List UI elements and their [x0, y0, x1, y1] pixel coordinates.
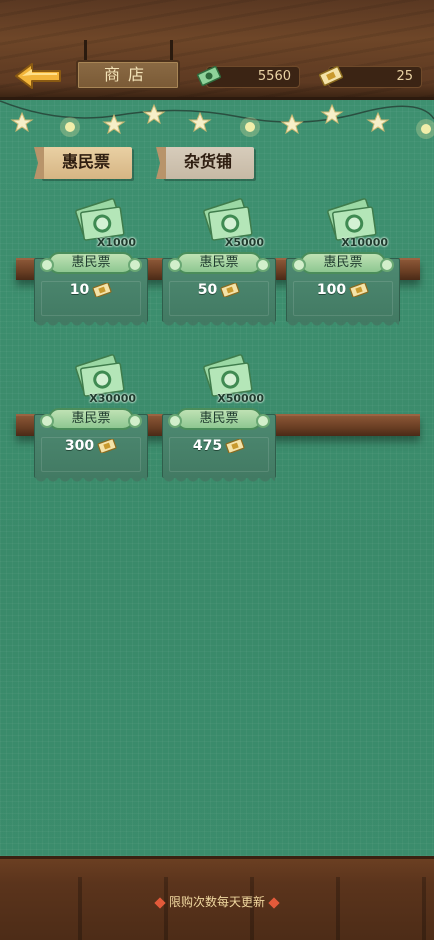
ticket-icon	[225, 439, 245, 453]
star-icon	[188, 111, 212, 133]
item-quantity: X1000	[96, 236, 136, 249]
bottom-bar: 限购次数每天更新	[0, 856, 434, 940]
item-price: 10	[69, 282, 90, 298]
shop-item-2[interactable]: X5000 惠民票 50	[160, 196, 278, 346]
diamond-icon	[154, 896, 166, 909]
page-title: 商店	[76, 60, 180, 90]
star-icon	[366, 111, 390, 133]
tab-huiminpiao[interactable]: 惠民票	[40, 147, 132, 179]
shop-item-4[interactable]: X30000 惠民票 300	[32, 352, 150, 502]
ticket-icon	[349, 283, 369, 297]
item-quantity: X10000	[341, 236, 388, 249]
cash-icon	[196, 65, 222, 87]
item-quantity: X50000	[217, 392, 264, 405]
item-name: 惠民票	[168, 408, 270, 430]
shop-item-1[interactable]: X1000 惠民票 10	[32, 196, 150, 346]
star-icon	[142, 103, 166, 125]
daily-limit-notice: 限购次数每天更新	[0, 893, 434, 910]
shop-item-5[interactable]: X50000 惠民票 475	[160, 352, 278, 502]
item-name: 惠民票	[40, 408, 142, 430]
star-icon	[280, 113, 304, 135]
ticket-icon	[97, 439, 117, 453]
item-price-row: 50	[160, 282, 278, 298]
ticket-icon	[318, 65, 344, 87]
item-name: 惠民票	[40, 252, 142, 274]
back-arrow-icon[interactable]	[14, 62, 62, 90]
tab-zahuopu[interactable]: 杂货铺	[162, 147, 254, 179]
star-icon	[102, 113, 126, 135]
item-quantity: X5000	[224, 236, 264, 249]
item-price-row: 475	[160, 438, 278, 454]
item-price: 100	[316, 282, 347, 298]
item-price-row: 300	[32, 438, 150, 454]
star-icon	[10, 111, 34, 133]
notice-text: 限购次数每天更新	[168, 895, 265, 909]
string-lights-decoration	[0, 100, 434, 139]
shop-item-3[interactable]: X10000 惠民票 100	[284, 196, 402, 346]
item-name: 惠民票	[168, 252, 270, 274]
item-price: 475	[192, 438, 223, 454]
item-price-row: 100	[284, 282, 402, 298]
item-price-row: 10	[32, 282, 150, 298]
item-price: 50	[197, 282, 218, 298]
ticket-icon	[220, 283, 240, 297]
item-quantity: X30000	[89, 392, 136, 405]
diamond-icon	[268, 896, 280, 909]
item-price: 300	[64, 438, 95, 454]
ticket-icon	[92, 283, 112, 297]
shop-screen: 商店 5560 25 惠民票 杂货铺 X1000 惠民票 10 X5000 惠民…	[0, 0, 434, 940]
item-name: 惠民票	[292, 252, 394, 274]
